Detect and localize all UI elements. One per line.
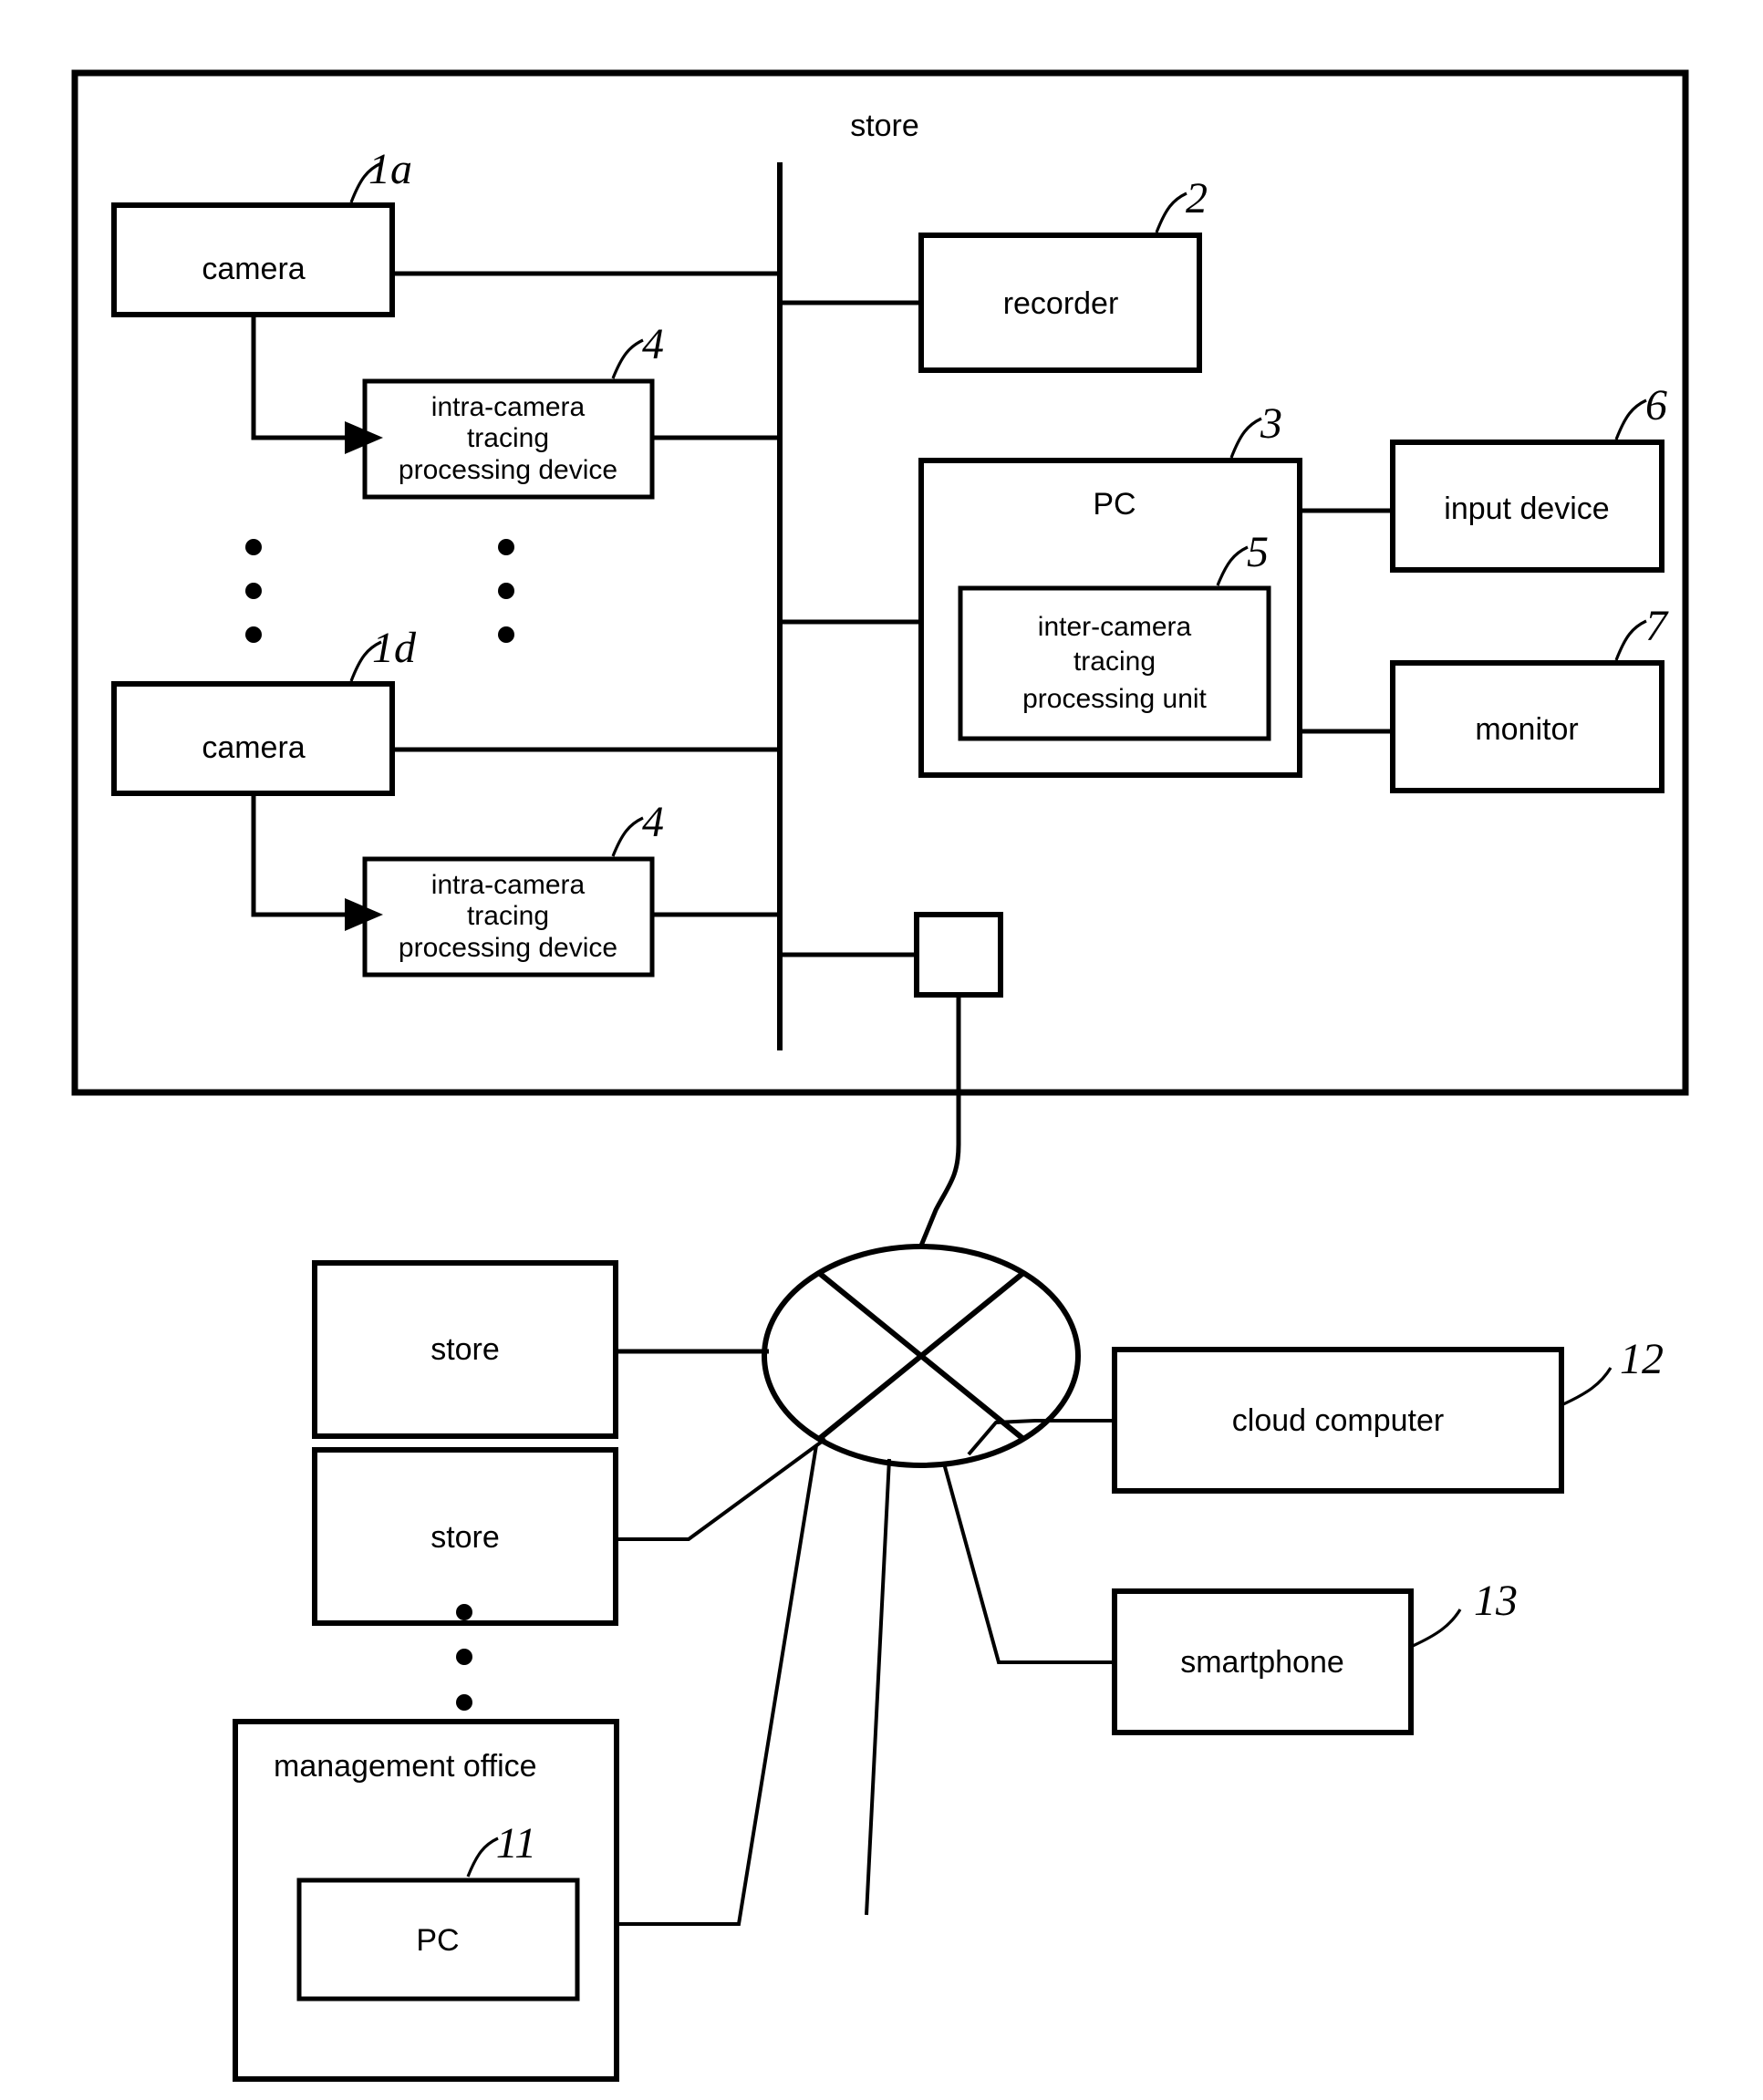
network-leg-extra-1	[865, 1458, 891, 1916]
ref-number-3: 3	[1260, 399, 1282, 448]
camera-list-ellipsis-right	[498, 539, 514, 643]
inter-camera-unit-line1: inter-camera	[1038, 612, 1192, 642]
store-list-ellipsis	[456, 1604, 472, 1711]
pc-label: PC	[1093, 487, 1136, 522]
intra-camera-unit-bottom-line2: tracing	[467, 901, 549, 931]
ref-number-4-top: 4	[642, 320, 664, 368]
ref-number-12: 12	[1620, 1335, 1664, 1383]
ref-lead-11	[466, 1836, 499, 1878]
diagram-canvas: store camera 1a intra-camera tracing pro…	[71, 69, 1689, 2082]
intra-camera-unit-top-line2: tracing	[467, 423, 549, 453]
patent-figure-diagram: store camera 1a intra-camera tracing pro…	[0, 0, 1763, 2100]
network-connector-to-cloud-line	[918, 995, 961, 1247]
ref-number-11: 11	[496, 1819, 536, 1867]
ref-lead-6	[1614, 398, 1647, 440]
store-box-2-to-network	[616, 1437, 827, 1541]
store-box-2-label: store	[430, 1520, 500, 1555]
cloud-computer-label: cloud computer	[1232, 1403, 1444, 1438]
intra-camera-unit-bottom-line3: processing device	[399, 933, 617, 963]
intra-camera-unit-top-line3: processing device	[399, 455, 617, 485]
camera-list-ellipsis-left	[245, 539, 262, 643]
ref-lead-3	[1229, 417, 1262, 459]
monitor-label: monitor	[1475, 712, 1578, 747]
ref-number-2: 2	[1186, 174, 1208, 222]
camera-1d-to-intra-path	[251, 793, 345, 917]
camera-1a-label: camera	[202, 252, 305, 286]
store-box-1-label: store	[430, 1332, 500, 1367]
ref-number-4-bottom: 4	[642, 798, 664, 846]
recorder-label: recorder	[1003, 286, 1119, 321]
store-enclosure-box	[71, 69, 1689, 1096]
ref-lead-2	[1155, 191, 1187, 233]
ref-number-13: 13	[1474, 1577, 1518, 1625]
inter-camera-unit-line2: tracing	[1073, 647, 1156, 677]
ref-lead-12	[1562, 1367, 1613, 1406]
smartphone-label: smartphone	[1180, 1645, 1344, 1680]
ref-lead-4-top	[611, 338, 644, 379]
inter-camera-unit-line3: processing unit	[1022, 684, 1207, 714]
intra-camera-unit-top-line1: intra-camera	[431, 392, 586, 422]
ref-lead-5	[1216, 545, 1249, 586]
network-to-smartphone	[942, 1463, 1115, 1664]
ref-number-1d: 1d	[372, 624, 417, 672]
ref-number-5: 5	[1247, 528, 1269, 576]
ref-number-1a: 1a	[368, 145, 412, 193]
management-office-label: management office	[274, 1749, 537, 1784]
camera-1a-to-intra-path	[251, 315, 345, 440]
ref-number-6: 6	[1645, 381, 1667, 429]
intra-camera-unit-bottom-line1: intra-camera	[431, 870, 586, 900]
ref-lead-4-bottom	[611, 816, 644, 857]
input-device-label: input device	[1444, 491, 1609, 526]
management-office-pc-label: PC	[416, 1923, 459, 1958]
ref-lead-13	[1412, 1609, 1462, 1648]
store-enclosure-label: store	[850, 109, 919, 143]
network-connector-box[interactable]	[914, 912, 1003, 998]
camera-1d-label: camera	[202, 730, 305, 765]
ref-number-7: 7	[1645, 602, 1669, 650]
ref-lead-7	[1614, 619, 1647, 661]
